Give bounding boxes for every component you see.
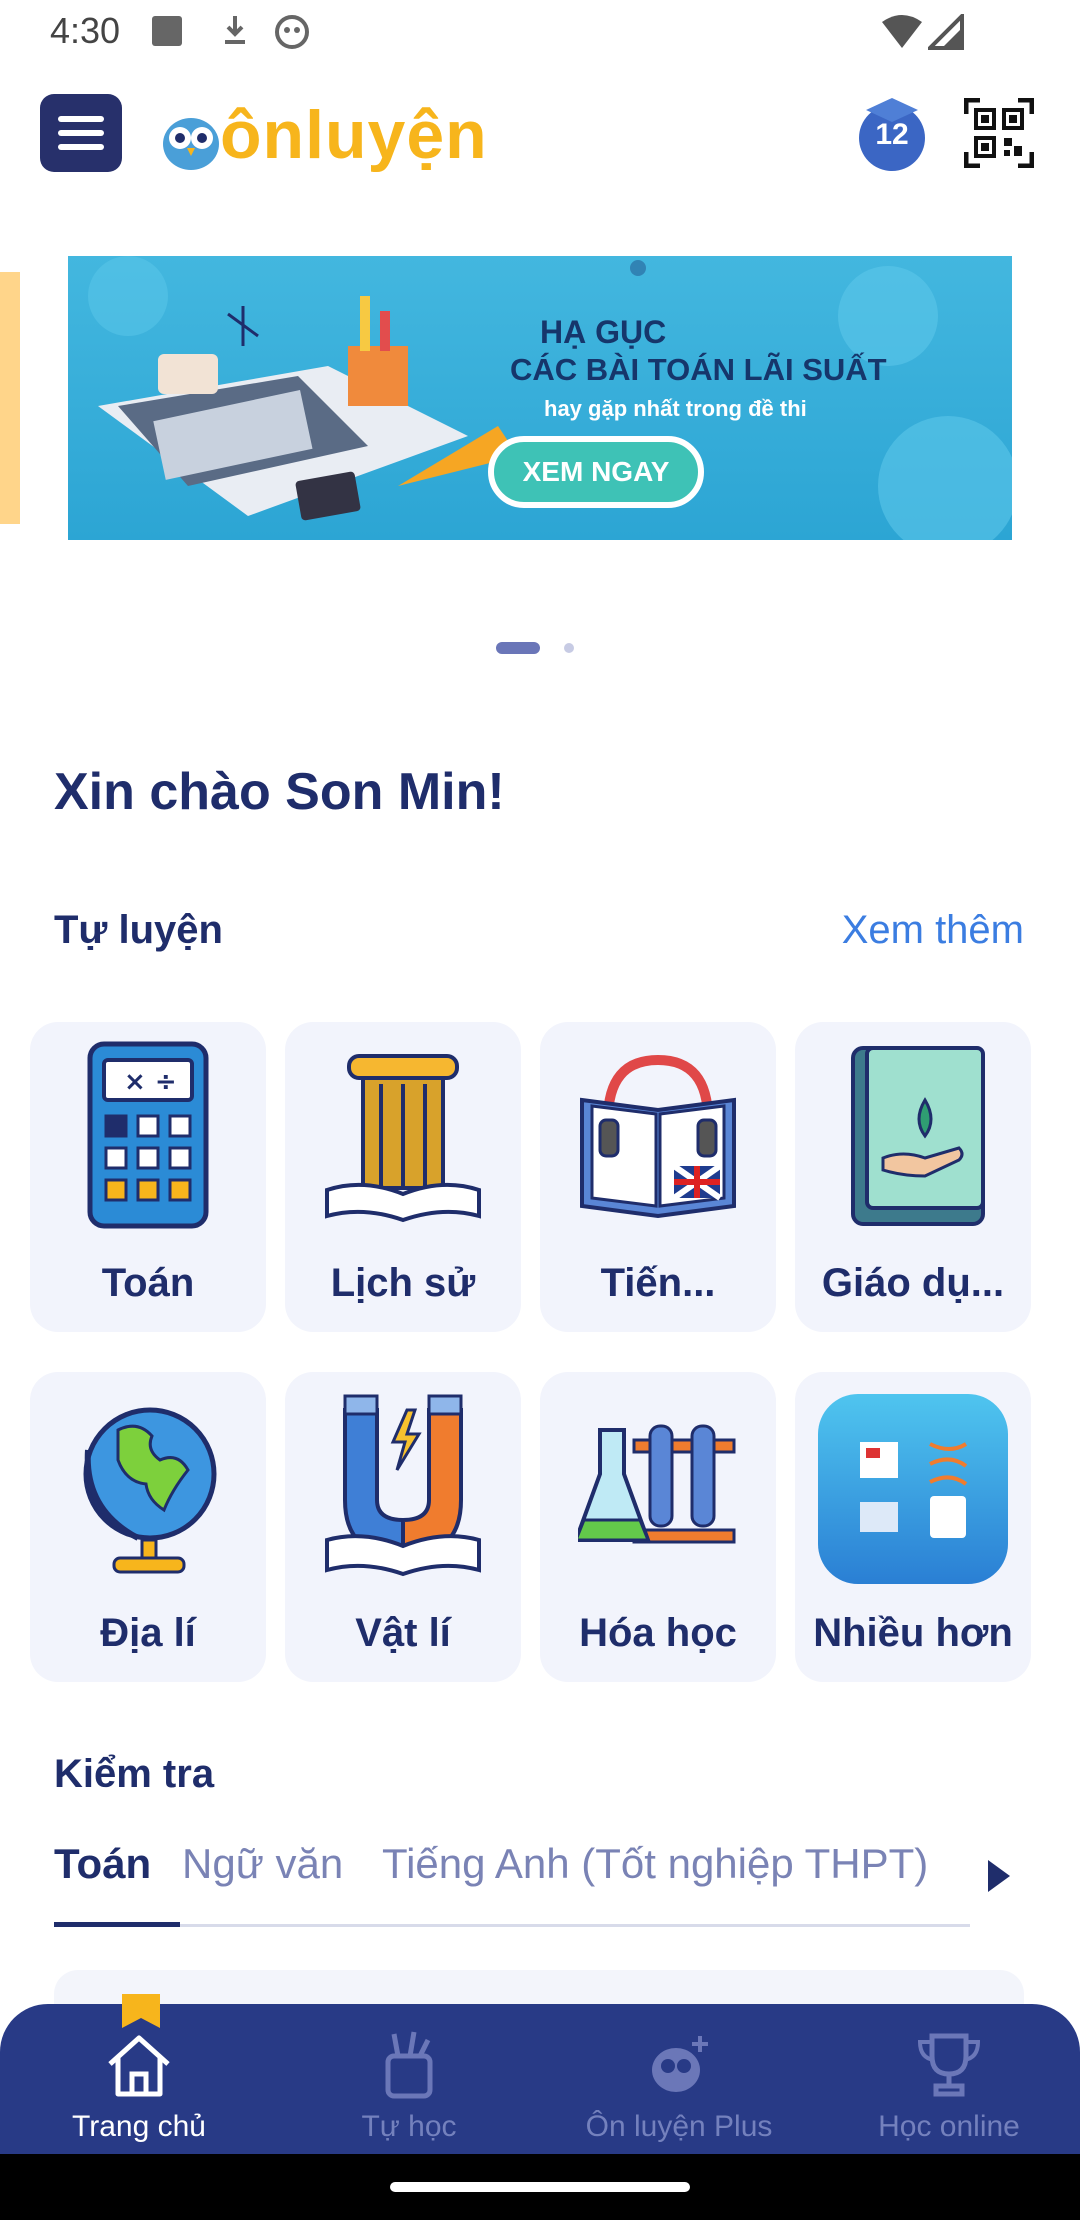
- greeting-text: Xin chào Son Min!: [54, 763, 505, 821]
- column-book-icon: [325, 1054, 481, 1223]
- bookmark-flag-icon: [122, 1994, 160, 2028]
- tab-literature[interactable]: Ngữ văn: [182, 1840, 343, 1888]
- system-navigation-bar: [0, 2154, 1080, 2220]
- owl-logo-icon: [163, 118, 219, 170]
- qr-code-icon: [963, 97, 1035, 169]
- menu-button[interactable]: [40, 94, 122, 172]
- download-notification-icon: [225, 16, 245, 44]
- subject-tile-chemistry[interactable]: Hóa học: [540, 1372, 776, 1682]
- banner-cta-button[interactable]: XEM NGAY: [488, 436, 704, 508]
- tests-title: Kiểm tra: [54, 1752, 215, 1796]
- bottom-navigation: Trang chủ Tự học Ôn luyện Plus Học onlin…: [0, 1994, 1080, 2154]
- app-notification-icon: [275, 15, 309, 49]
- magnet-icon: [325, 1394, 481, 1577]
- tests-tab-bar: Toán Ngữ văn Tiếng Anh (Tốt nghiệp THPT): [54, 1840, 970, 1930]
- home-icon: [108, 2035, 170, 2097]
- qr-scan-button[interactable]: [963, 97, 1035, 169]
- signal-icon: [928, 14, 964, 50]
- civics-book-icon: [851, 1046, 985, 1226]
- grade-number: 12: [875, 118, 909, 151]
- subject-label: Nhiều hơn: [813, 1611, 1013, 1655]
- subject-tile-more[interactable]: Nhiều hơn: [795, 1372, 1031, 1682]
- subject-tile-geography[interactable]: Địa lí: [30, 1372, 266, 1682]
- subject-label: Hóa học: [579, 1611, 737, 1655]
- wifi-icon: [882, 15, 922, 48]
- active-tab-indicator: [54, 1922, 180, 1927]
- nav-online-class[interactable]: Học online: [814, 2004, 1080, 2154]
- previous-banner-peek[interactable]: [0, 272, 20, 524]
- globe-icon: [83, 1407, 217, 1574]
- nav-onluyen-plus[interactable]: Ôn luyện Plus: [544, 2004, 814, 2154]
- subject-label: Vật lí: [355, 1611, 451, 1655]
- trophy-icon: [917, 2033, 981, 2097]
- see-more-link[interactable]: Xem thêm: [842, 908, 1024, 953]
- subject-label: Giáo dụ...: [821, 1261, 1005, 1305]
- carousel-dot-active[interactable]: [496, 642, 540, 654]
- subject-tile-physics[interactable]: Vật lí: [285, 1372, 521, 1682]
- tab-math[interactable]: Toán: [54, 1840, 151, 1888]
- status-bar: 4:30: [0, 0, 1080, 64]
- svg-text:× ÷: × ÷: [124, 1067, 177, 1097]
- app-bar: ônluyện 12: [0, 80, 1080, 190]
- nav-home[interactable]: Trang chủ: [4, 1994, 274, 2154]
- subject-tile-math[interactable]: × ÷ Toán: [30, 1022, 266, 1332]
- nav-label: Học online: [878, 2110, 1020, 2143]
- tab-english-graduation[interactable]: Tiếng Anh (Tốt nghiệp THPT): [382, 1840, 928, 1888]
- subject-tile-history[interactable]: Lịch sử: [285, 1022, 521, 1332]
- grade-badge[interactable]: 12: [856, 96, 928, 172]
- status-time: 4:30: [50, 10, 121, 51]
- nav-label: Trang chủ: [72, 2110, 206, 2143]
- nav-label: Tự học: [361, 2110, 457, 2143]
- pencil-cup-icon: [385, 2031, 433, 2099]
- tabs-divider: [54, 1924, 970, 1927]
- subject-label: Tiến...: [600, 1261, 716, 1305]
- nav-label: Ôn luyện Plus: [585, 2110, 773, 2143]
- owl-plus-icon: [652, 2036, 708, 2092]
- banner-headline-2: CÁC BÀI TOÁN LÃI SUẤT: [510, 352, 887, 387]
- nav-self-study[interactable]: Tự học: [274, 2004, 544, 2154]
- flask-icon: [578, 1424, 736, 1544]
- app-logo-text: ônluyện: [220, 97, 488, 173]
- home-indicator[interactable]: [390, 2182, 690, 2192]
- subject-tile-english[interactable]: Tiến...: [540, 1022, 776, 1332]
- subject-tile-civics[interactable]: Giáo dụ...: [795, 1022, 1031, 1332]
- more-subjects-icon: [818, 1394, 1008, 1584]
- banner-subtitle: hay gặp nhất trong đề thi: [544, 396, 807, 421]
- subject-label: Địa lí: [100, 1611, 196, 1655]
- tabs-scroll-right-icon[interactable]: [984, 1856, 1014, 1896]
- subject-label: Lịch sử: [330, 1261, 476, 1305]
- carousel-dot[interactable]: [564, 643, 574, 653]
- gallery-notification-icon: [152, 16, 182, 46]
- self-study-title: Tự luyện: [54, 908, 223, 952]
- promo-banner[interactable]: HẠ GỤC CÁC BÀI TOÁN LÃI SUẤT hay gặp nhấ…: [68, 256, 1012, 540]
- banner-headline-1: HẠ GỤC: [540, 314, 667, 350]
- english-book-headphones-icon: [580, 1054, 736, 1219]
- subject-label: Toán: [101, 1261, 195, 1305]
- calculator-icon: × ÷: [87, 1041, 209, 1229]
